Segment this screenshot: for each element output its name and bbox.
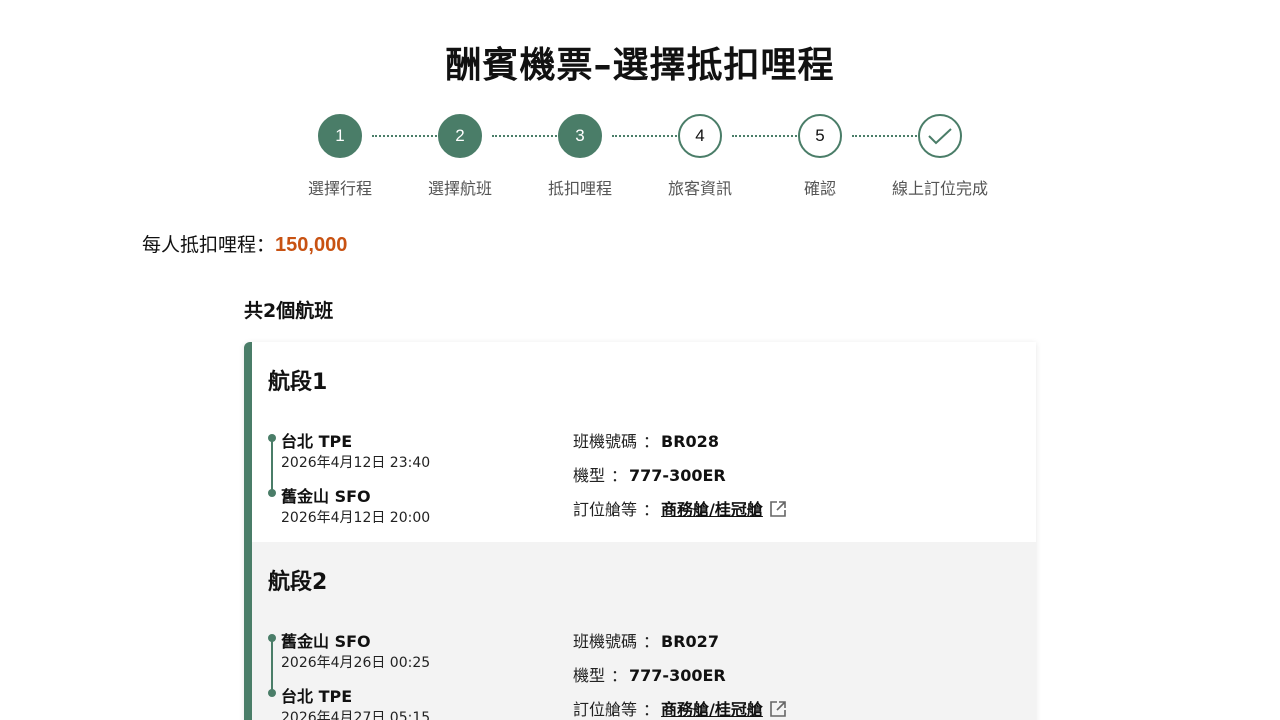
miles-label: 每人抵扣哩程：	[142, 234, 276, 256]
flight-number-row: 班機號碼： BR028	[573, 432, 719, 451]
departure-time: 2026年4月12日 23:40	[281, 455, 431, 471]
cabin-label: 訂位艙等	[573, 700, 638, 719]
step-redeem-miles: 3 抵扣哩程	[530, 114, 630, 199]
cabin-label: 訂位艙等	[573, 500, 638, 519]
miles-value: 150,000	[275, 234, 348, 256]
flight-number-row: 班機號碼： BR027	[573, 632, 719, 651]
origin-city: 舊金山 SFO	[281, 632, 371, 651]
aircraft-row: 機型： 777-300ER	[573, 466, 726, 485]
step-booking-complete: 線上訂位完成	[890, 114, 990, 199]
step-label: 選擇行程	[307, 179, 372, 198]
origin-city: 台北 TPE	[281, 432, 353, 451]
aircraft-label: 機型	[573, 466, 606, 485]
origin-dot	[268, 434, 276, 442]
flight-segment: 航段1 台北 TPE 2026年4月12日 23:40 舊金山 SFO 2026…	[252, 342, 1036, 542]
aircraft-row: 機型： 777-300ER	[573, 666, 726, 685]
step-label: 線上訂位完成	[891, 179, 988, 198]
step-label: 旅客資訊	[667, 179, 732, 198]
step-number: 5	[798, 114, 842, 158]
step-label: 抵扣哩程	[547, 179, 612, 198]
flight-number-label: 班機號碼	[573, 632, 638, 651]
step-passenger-info: 4 旅客資訊	[650, 114, 750, 199]
cabin-row: 訂位艙等：商務艙/桂冠艙	[573, 496, 787, 520]
destination-dot	[268, 689, 276, 697]
route-line	[271, 438, 273, 493]
destination-city: 台北 TPE	[281, 687, 353, 706]
cabin-link[interactable]: 商務艙/桂冠艙	[661, 700, 763, 719]
step-complete-circle	[918, 114, 962, 158]
miles-per-person: 每人抵扣哩程：150,000	[142, 230, 347, 257]
page-title: 酬賓機票–選擇抵扣哩程	[445, 45, 835, 86]
departure-time: 2026年4月26日 00:25	[281, 655, 431, 671]
step-number: 3	[558, 114, 602, 158]
segment-route: 舊金山 SFO 2026年4月26日 00:25 台北 TPE 2026年4月2…	[268, 628, 548, 720]
segment-title: 航段1	[268, 370, 328, 395]
flight-number-value: BR027	[661, 632, 719, 651]
booking-stepper: 1 選擇行程 2 選擇航班 3 抵扣哩程 4 旅客資訊 5 確認 線上訂位完成	[300, 114, 1000, 204]
destination-city: 舊金山 SFO	[281, 487, 371, 506]
flight-segments-card: 航段1 台北 TPE 2026年4月12日 23:40 舊金山 SFO 2026…	[244, 342, 1036, 720]
external-link-icon[interactable]	[769, 700, 787, 718]
flight-segment: 航段2 舊金山 SFO 2026年4月26日 00:25 台北 TPE 2026…	[252, 542, 1036, 720]
step-select-flight[interactable]: 2 選擇航班	[410, 114, 510, 199]
cabin-row: 訂位艙等：商務艙/桂冠艙	[573, 696, 787, 720]
arrival-time: 2026年4月12日 20:00	[281, 510, 431, 526]
aircraft-value: 777-300ER	[629, 466, 726, 485]
origin-dot	[268, 634, 276, 642]
check-icon	[928, 128, 952, 145]
step-select-itinerary[interactable]: 1 選擇行程	[290, 114, 390, 199]
destination-dot	[268, 489, 276, 497]
segment-title: 航段2	[268, 570, 328, 595]
aircraft-label: 機型	[573, 666, 606, 685]
flight-count: 共2個航班	[244, 300, 334, 322]
step-number: 2	[438, 114, 482, 158]
flight-number-value: BR028	[661, 432, 719, 451]
arrival-time: 2026年4月27日 05:15	[281, 710, 431, 720]
flight-number-label: 班機號碼	[573, 432, 638, 451]
step-number: 4	[678, 114, 722, 158]
cabin-link[interactable]: 商務艙/桂冠艙	[661, 500, 763, 519]
route-line	[271, 638, 273, 693]
aircraft-value: 777-300ER	[629, 666, 726, 685]
step-label: 確認	[803, 179, 836, 198]
external-link-icon[interactable]	[769, 500, 787, 518]
segment-route: 台北 TPE 2026年4月12日 23:40 舊金山 SFO 2026年4月1…	[268, 428, 548, 528]
step-number: 1	[318, 114, 362, 158]
step-confirm: 5 確認	[770, 114, 870, 199]
step-label: 選擇航班	[427, 179, 492, 198]
